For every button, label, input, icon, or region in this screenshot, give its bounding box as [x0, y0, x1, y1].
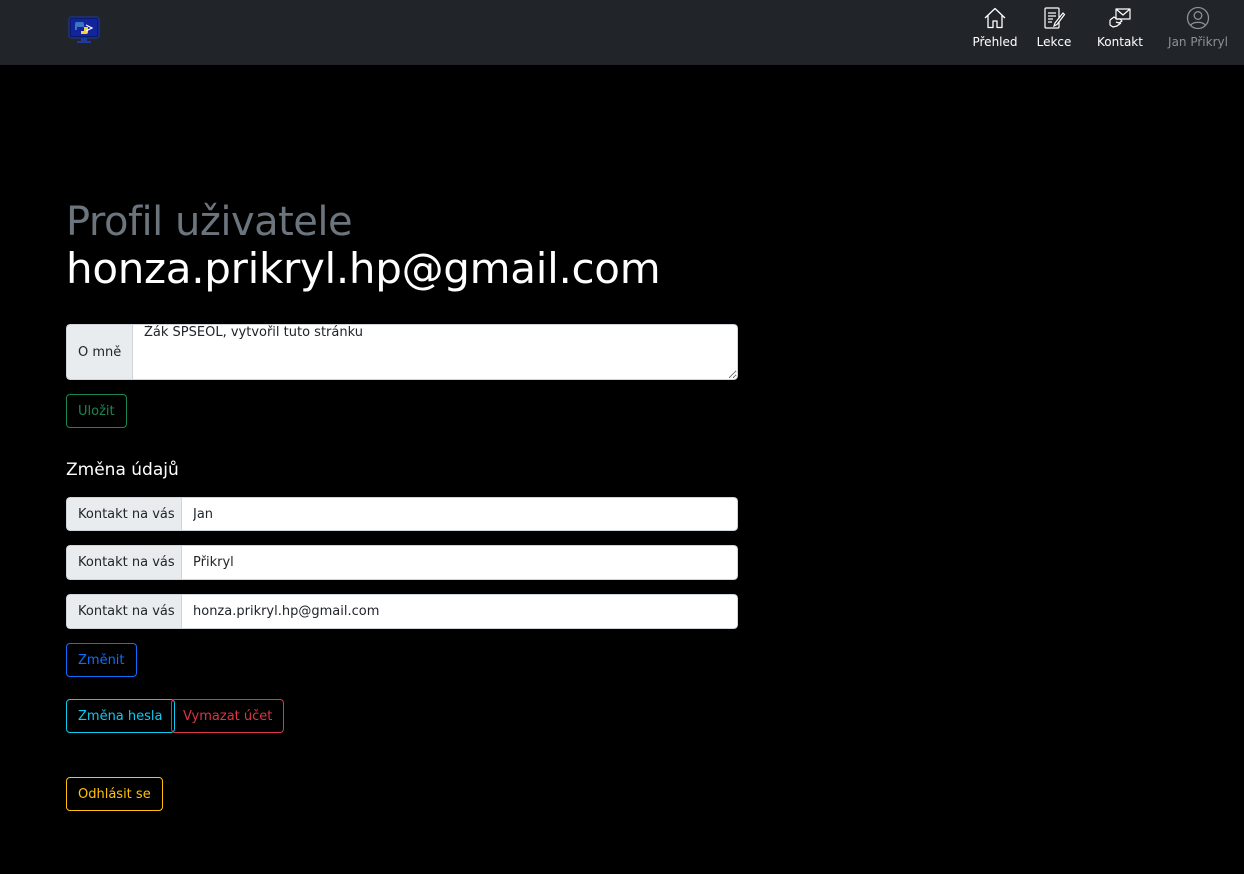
python-monitor-logo-icon[interactable]: [68, 14, 100, 44]
top-navbar: Přehled Lekce Kontakt Jan Přikryl: [0, 0, 1244, 65]
person-circle-icon: [1186, 6, 1210, 30]
nav-item-prehled[interactable]: Přehled: [966, 0, 1024, 49]
email-label: Kontakt na vás: [66, 594, 181, 629]
save-button[interactable]: Uložit: [66, 394, 127, 428]
nav-item-kontakt[interactable]: Kontakt: [1092, 0, 1148, 49]
nav-item-label: Lekce: [1036, 35, 1072, 49]
nav-item-label: Přehled: [972, 35, 1018, 49]
change-details-button[interactable]: Změnit: [66, 643, 137, 677]
page-title: honza.prikryl.hp@gmail.com: [66, 244, 661, 293]
first-name-field[interactable]: [181, 497, 738, 531]
nav-item-user-profile[interactable]: Jan Přikryl: [1166, 0, 1230, 49]
journal-pencil-icon: [1042, 6, 1066, 30]
logout-button[interactable]: Odhlásit se: [66, 777, 163, 811]
nav-menu: Přehled Lekce Kontakt Jan Přikryl: [966, 0, 1230, 65]
last-name-field[interactable]: [181, 545, 738, 580]
nav-item-lekce[interactable]: Lekce: [1030, 0, 1078, 49]
email-field[interactable]: [181, 594, 738, 629]
last-name-input-group: Kontakt na vás: [66, 545, 738, 580]
about-label: O mně: [66, 324, 132, 380]
about-textarea[interactable]: Žák SPŠEOL, vytvořil tuto stránku: [132, 324, 738, 380]
email-input-group: Kontakt na vás: [66, 594, 738, 629]
first-name-label: Kontakt na vás: [66, 497, 181, 531]
nav-item-label: Kontakt: [1097, 35, 1143, 49]
nav-item-label: Jan Přikryl: [1168, 35, 1228, 49]
delete-account-button[interactable]: Vymazat účet: [171, 699, 285, 733]
about-input-group: O mně Žák SPŠEOL, vytvořil tuto stránku: [66, 324, 738, 380]
first-name-input-group: Kontakt na vás: [66, 497, 738, 531]
last-name-label: Kontakt na vás: [66, 545, 181, 580]
change-password-button[interactable]: Změna hesla: [66, 699, 175, 733]
details-heading: Změna údajů: [66, 460, 179, 480]
envelope-handshake-icon: [1108, 6, 1132, 30]
house-icon: [983, 6, 1007, 30]
page-subtitle: Profil uživatele: [66, 199, 353, 245]
